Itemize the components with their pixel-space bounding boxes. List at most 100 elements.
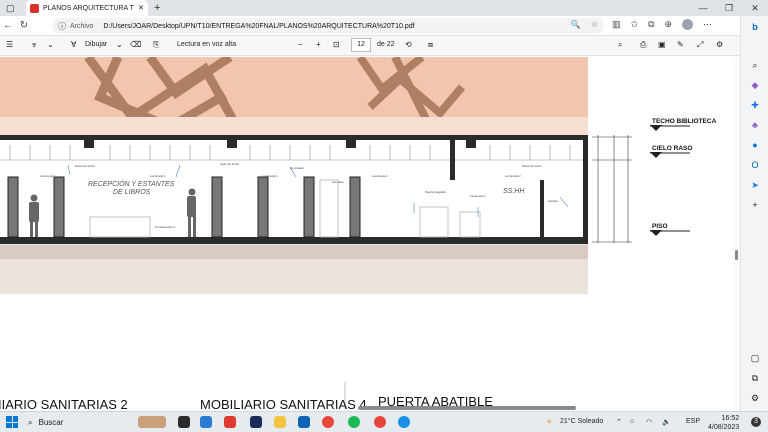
split-screen-icon[interactable]: ▥	[612, 19, 621, 30]
fit-page-icon[interactable]: ⊡	[333, 40, 340, 49]
edge-app-icon[interactable]	[200, 416, 212, 428]
address-bar[interactable]: ⓘ Archivo D:/Users/JOAR/Desktop/UPN/T10/…	[52, 18, 604, 34]
wifi-icon[interactable]: ◠	[646, 418, 652, 426]
spotify-app-icon[interactable]	[348, 416, 360, 428]
zoom-in-button[interactable]: +	[316, 40, 321, 49]
language-indicator[interactable]: ESP	[686, 418, 700, 425]
draw-button[interactable]: Dibujar	[85, 41, 107, 48]
edge-active-icon[interactable]	[398, 416, 410, 428]
clock[interactable]: 16:52 4/08/2023	[708, 414, 739, 432]
svg-text:Luminaria 1: Luminaria 1	[372, 174, 388, 178]
draw-options-chevron-icon[interactable]: ⌄	[116, 40, 123, 49]
beam	[466, 140, 476, 148]
open-external-icon[interactable]: ⧉	[750, 373, 760, 383]
vertical-scrollbar[interactable]	[733, 57, 740, 410]
dimension-lines	[592, 135, 632, 243]
sidebar-settings-icon[interactable]: ⚙	[750, 393, 760, 403]
chrome-app-icon-2[interactable]	[374, 416, 386, 428]
weather-text[interactable]: 21°C Soleado	[560, 418, 603, 425]
tools-icon[interactable]: ✚	[750, 100, 760, 110]
zoom-out-button[interactable]: −	[298, 40, 303, 49]
taskbar: ⌕ Buscar ☀ 21°C Soleado ⌃ ⌂ ◠ 🔈 ESP 16:5…	[0, 411, 768, 432]
sheet-title-2: MOBILIARIO SANITARIAS 4	[200, 397, 367, 410]
start-button[interactable]	[6, 416, 18, 428]
pdf-search-icon[interactable]: ⌕	[618, 40, 622, 50]
tab-close-icon[interactable]: ✕	[138, 4, 144, 12]
interior-wall	[450, 140, 455, 180]
draw-icon[interactable]: ∀	[71, 40, 76, 49]
column	[257, 176, 269, 238]
url-text[interactable]: D:/Users/JOAR/Desktop/UPN/T10/ENTREGA%20…	[103, 23, 414, 30]
refresh-icon[interactable]: ↻	[16, 20, 32, 31]
zoom-icon[interactable]: 🔍	[571, 20, 581, 29]
interior-wall	[540, 180, 544, 237]
chevron-down-icon[interactable]: ⌄	[47, 40, 54, 49]
task-view-icon[interactable]	[178, 416, 190, 428]
games-icon[interactable]: ♣	[750, 120, 760, 130]
svg-text:Puerta plegable: Puerta plegable	[425, 190, 446, 194]
network-icon[interactable]: ⌂	[630, 418, 634, 425]
notification-badge[interactable]: 3	[751, 417, 761, 427]
volume-icon[interactable]: 🔈	[662, 418, 671, 426]
file-explorer-icon[interactable]	[274, 416, 286, 428]
eraser-icon[interactable]: ⌫	[130, 40, 141, 49]
pdf-settings-icon[interactable]: ⚙	[716, 40, 723, 49]
more-menu-icon[interactable]: ⋯	[703, 19, 712, 30]
room-label-reception-2: DE LIBROS	[113, 189, 151, 196]
page-total: de 22	[377, 41, 395, 48]
extensions-icon[interactable]: ⊕	[665, 19, 673, 30]
outlook-app-icon[interactable]	[298, 416, 310, 428]
send-icon[interactable]: ➤	[750, 180, 760, 190]
page-number-input[interactable]: 12	[351, 38, 371, 52]
tab-active[interactable]: PLANOS ARQUITECTURA T10.pdf ✕	[26, 0, 148, 16]
sidebar-toggle-icon[interactable]: ▢	[750, 353, 760, 363]
tab-actions-icon[interactable]: ▢	[6, 3, 15, 14]
column	[211, 176, 223, 238]
pdf-canvas[interactable]: Luminaria 1 Panel de techo Luminaria 1 Cie…	[0, 57, 740, 410]
fullscreen-icon[interactable]: ⤢	[697, 40, 703, 50]
architectural-drawing: Luminaria 1 Panel de techo Luminaria 1 Cie…	[0, 57, 717, 410]
tab-bar: ▢ PLANOS ARQUITECTURA T10.pdf ✕ + — ❐ ✕	[0, 0, 768, 16]
favorites-icon[interactable]: ✩	[631, 19, 639, 30]
ceiling-light-band	[0, 117, 588, 137]
horizontal-scroll-thumb[interactable]	[358, 406, 576, 410]
beam	[346, 140, 356, 148]
save-as-icon[interactable]: ✎	[677, 40, 684, 49]
back-icon[interactable]: ←	[0, 20, 16, 31]
print-icon[interactable]: ⎙	[640, 40, 646, 50]
shopping-icon[interactable]: ◆	[750, 80, 760, 90]
search-highlight-image[interactable]	[138, 416, 166, 428]
page-view-icon[interactable]: ⧈	[428, 40, 433, 50]
read-aloud-button[interactable]: Lectura en voz alta	[177, 41, 236, 48]
minimize-button[interactable]: —	[690, 0, 716, 16]
filter-icon[interactable]: ⩔	[32, 40, 37, 50]
photoshop-app-icon[interactable]	[250, 416, 262, 428]
rotate-icon[interactable]: ⟲	[405, 40, 412, 49]
sidebar-search-icon[interactable]: ⌕	[750, 60, 760, 70]
pdf-icon	[30, 3, 39, 13]
tab-title: PLANOS ARQUITECTURA T10.pdf	[43, 4, 134, 12]
sheet-title-1: IIARIO SANITARIAS 2	[0, 397, 128, 410]
read-aloud-icon[interactable]: ⎘	[153, 40, 159, 50]
acrobat-app-icon[interactable]	[224, 416, 236, 428]
add-sidebar-icon[interactable]: +	[750, 200, 760, 210]
info-icon[interactable]: ⓘ	[58, 21, 66, 32]
level-lines	[650, 125, 690, 232]
tray-chevron-icon[interactable]: ⌃	[616, 418, 622, 426]
office-icon[interactable]: ●	[750, 140, 760, 150]
ground-fill	[0, 245, 588, 259]
profile-avatar[interactable]	[682, 19, 694, 30]
maximize-button[interactable]: ❐	[716, 0, 742, 16]
chrome-app-icon[interactable]	[322, 416, 334, 428]
column	[303, 176, 315, 238]
collections-icon[interactable]: ⧉	[648, 19, 654, 30]
vertical-scroll-thumb[interactable]	[735, 250, 738, 260]
contents-icon[interactable]: ☰	[6, 40, 13, 49]
bing-icon[interactable]: b	[750, 22, 760, 32]
save-icon[interactable]: ▣	[658, 40, 666, 49]
favorite-star-icon[interactable]: ☆	[591, 20, 598, 29]
outlook-icon[interactable]: O	[750, 160, 760, 170]
new-tab-button[interactable]: +	[154, 2, 160, 14]
close-window-button[interactable]: ✕	[742, 0, 768, 16]
wall-right	[583, 135, 588, 244]
